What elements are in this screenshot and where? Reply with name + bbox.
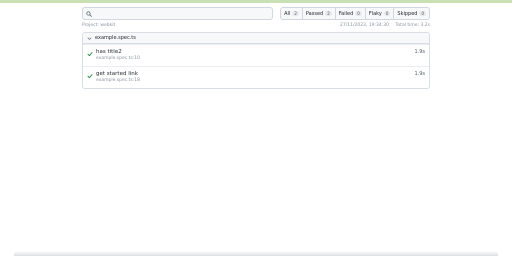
filter-failed[interactable]: Failed 0: [334, 8, 365, 19]
header-row: All 2 Passed 2 Failed 0 Flaky 0 Skipped …: [82, 7, 430, 20]
filter-flaky[interactable]: Flaky 0: [364, 8, 394, 19]
report-container: All 2 Passed 2 Failed 0 Flaky 0 Skipped …: [82, 7, 430, 89]
run-info: 27/11/2023, 19:34:30 Total time: 3.2s: [340, 23, 430, 28]
test-location: example.spec.ts:18: [96, 78, 141, 83]
search-icon: [86, 10, 92, 17]
test-duration: 1.9s: [414, 71, 425, 77]
file-header[interactable]: example.spec.ts: [83, 33, 429, 44]
filter-label: Passed: [305, 10, 324, 17]
filter-label: Failed: [338, 10, 354, 17]
chevron-down-icon: [87, 36, 95, 41]
filter-label: All: [284, 10, 291, 17]
project-label: Project: webkit: [82, 23, 116, 28]
check-icon: [87, 64, 93, 83]
test-title[interactable]: get started link: [96, 71, 138, 77]
test-row[interactable]: has title2 example.spec.ts:10 1.9s: [83, 44, 429, 66]
filter-count: 2: [292, 11, 299, 16]
test-title[interactable]: has title2: [96, 49, 122, 55]
search-box[interactable]: [82, 7, 273, 20]
bottom-shadow: [14, 251, 498, 256]
test-title-line: get started link: [87, 67, 429, 79]
filter-count: 2: [325, 11, 332, 16]
file-name: example.spec.ts: [95, 35, 136, 41]
meta-row: Project: webkit 27/11/2023, 19:34:30 Tot…: [82, 21, 430, 30]
filter-count: 0: [383, 11, 391, 16]
total-time: Total time: 3.2s: [395, 23, 430, 28]
test-location: example.spec.ts:10: [96, 56, 141, 61]
filter-all[interactable]: All 2: [281, 8, 302, 19]
search-input[interactable]: [95, 8, 265, 19]
filter-label: Flaky: [368, 10, 382, 17]
test-title-line: has title2: [87, 45, 429, 57]
top-accent-bar: [0, 0, 512, 3]
test-row[interactable]: get started link example.spec.ts:18 1.9s: [83, 66, 429, 88]
test-duration: 1.9s: [414, 49, 425, 55]
filter-skipped[interactable]: Skipped 0: [393, 8, 429, 19]
file-card: example.spec.ts has title2 example.spec.…: [82, 32, 430, 89]
run-datetime: 27/11/2023, 19:34:30: [339, 23, 389, 28]
status-filters: All 2 Passed 2 Failed 0 Flaky 0 Skipped …: [280, 7, 430, 20]
filter-label: Skipped: [397, 10, 418, 17]
filter-passed[interactable]: Passed 2: [301, 8, 335, 19]
filter-count: 0: [419, 11, 426, 16]
check-icon: [87, 42, 93, 61]
filter-count: 0: [355, 11, 362, 16]
